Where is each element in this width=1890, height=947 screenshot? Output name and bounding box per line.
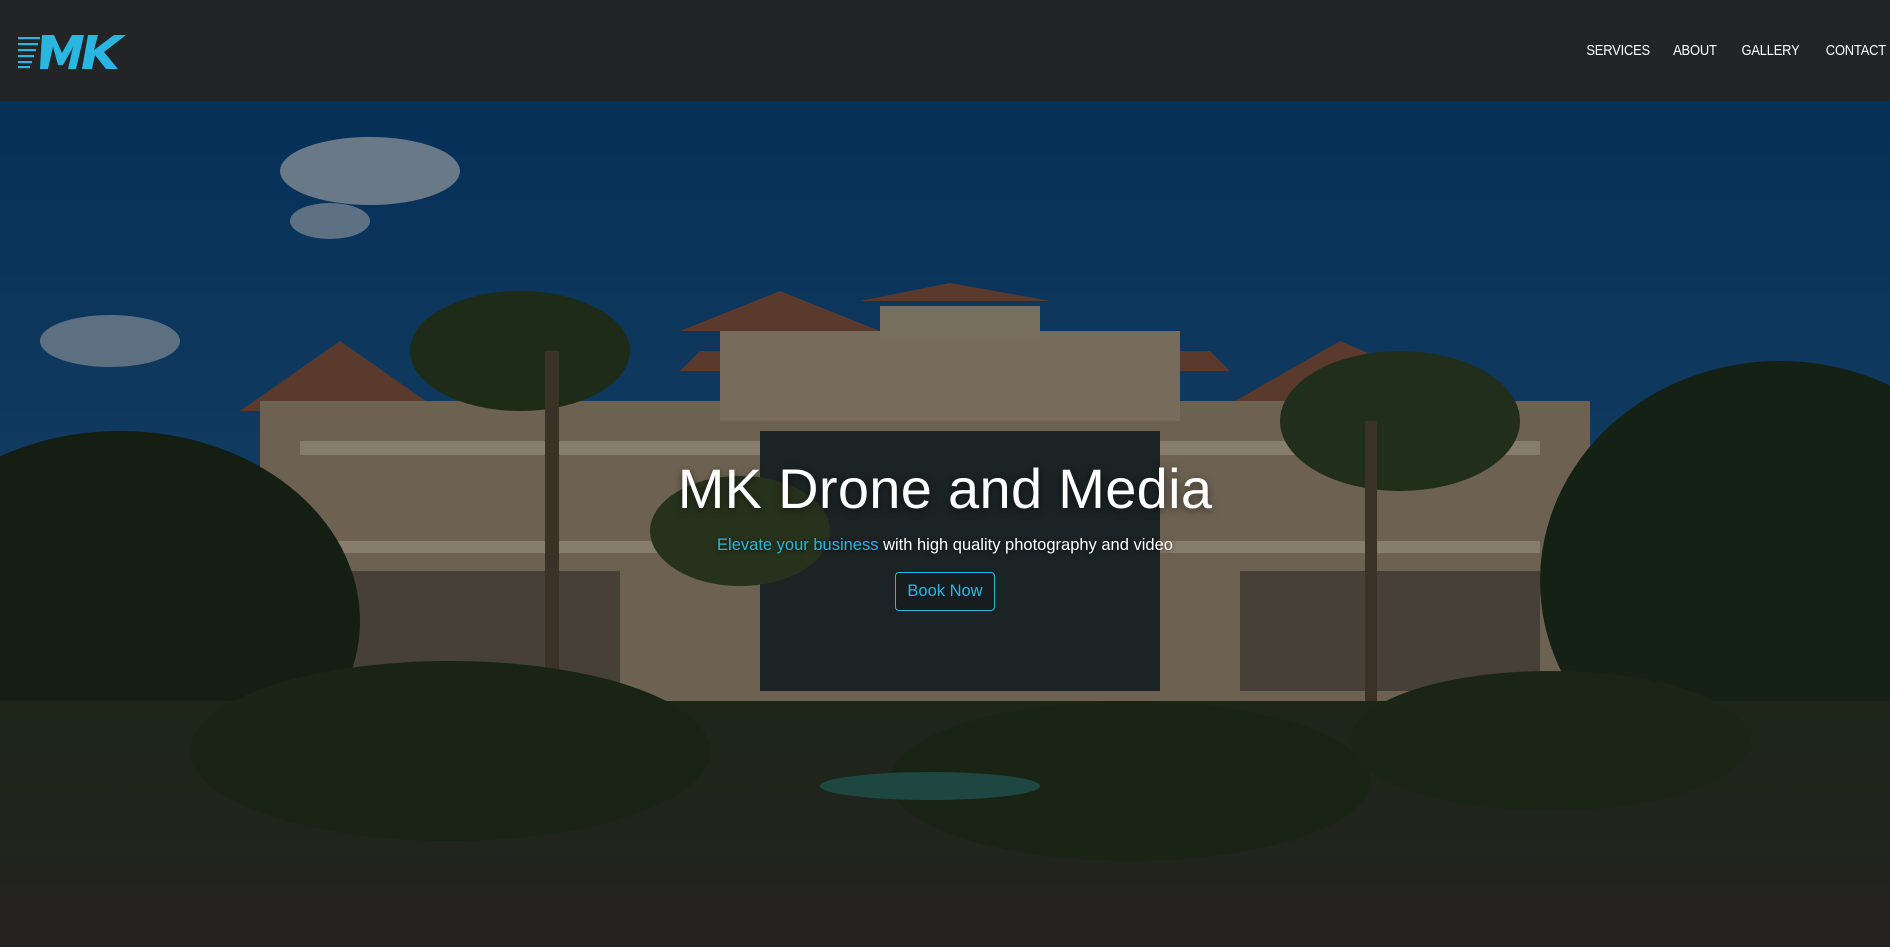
nav-about-link[interactable]: ABOUT (1673, 42, 1717, 59)
tagline-rest: with high quality photography and video (878, 536, 1173, 554)
nav-services-link[interactable]: SERVICES (1586, 42, 1650, 59)
site-header: SERVICES ABOUT GALLERY CONTACT (0, 0, 1890, 101)
nav-contact-link[interactable]: CONTACT (1826, 42, 1886, 59)
mk-logo[interactable] (18, 31, 126, 71)
nav-gallery-link[interactable]: GALLERY (1742, 42, 1800, 59)
main-nav: SERVICES ABOUT GALLERY CONTACT (1560, 0, 1890, 101)
book-now-button[interactable]: Book Now (895, 572, 995, 611)
hero-section: MK Drone and Media Elevate your business… (0, 101, 1890, 947)
tagline-accent: Elevate your business (717, 536, 879, 554)
hero-tagline: Elevate your business with high quality … (0, 535, 1890, 555)
hero-title: MK Drone and Media (677, 457, 1213, 520)
hero-content: MK Drone and Media Elevate your business… (0, 457, 1890, 611)
